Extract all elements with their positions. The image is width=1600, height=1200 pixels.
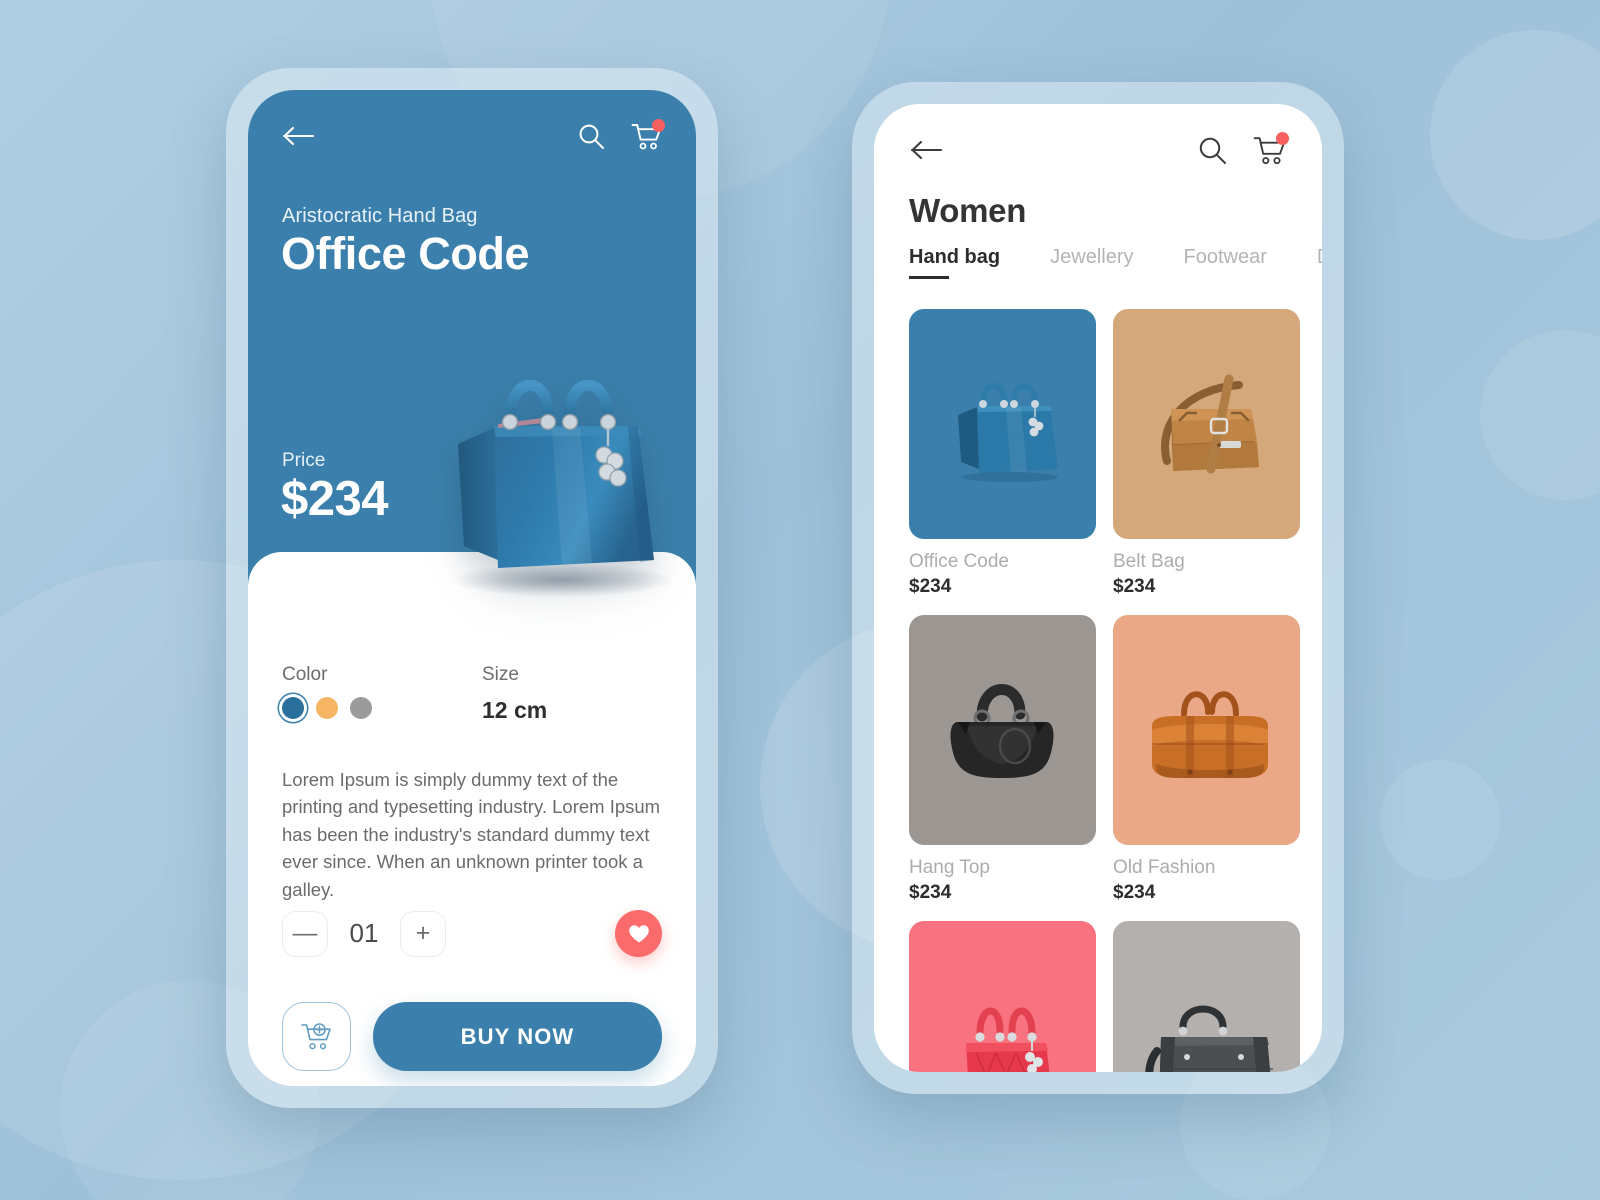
cart-plus-icon (300, 1021, 334, 1053)
plus-icon: + (415, 919, 431, 947)
quantity-row: — 01 + (282, 910, 662, 957)
product-price: $234 (909, 576, 952, 597)
product-detail-screen: Aristocratic Hand Bag Office Code Price … (248, 90, 696, 1086)
tan-messenger-bag-image (1127, 349, 1287, 499)
size-value: 12 cm (482, 697, 548, 723)
cart-button[interactable] (631, 118, 665, 151)
search-button[interactable] (578, 123, 605, 150)
product-tile (1113, 309, 1300, 539)
search-icon (578, 123, 605, 150)
product-options-row: Color Size 12 cm (282, 664, 662, 724)
buy-now-button[interactable]: BUY NOW (373, 1002, 662, 1071)
hero-product-image (402, 322, 696, 622)
color-swatches (282, 697, 482, 719)
product-title: Office Code (281, 228, 530, 279)
product-name: Office Code (909, 551, 1009, 572)
product-top-bar (248, 90, 696, 182)
product-tile (909, 615, 1096, 845)
cart-badge (1276, 131, 1289, 145)
product-tile (909, 921, 1096, 1072)
back-button[interactable] (910, 139, 944, 161)
add-to-cart-button[interactable] (282, 1002, 351, 1071)
phone-mockup-catalog: Women Hand bag Jewellery Footwear Dresse… (852, 82, 1344, 1094)
blue-handbag-image (928, 349, 1078, 499)
product-price: $234 (1113, 576, 1156, 597)
color-swatch-gray[interactable] (350, 697, 372, 719)
size-option-group: Size 12 cm (482, 664, 547, 724)
product-card[interactable]: Hang Top $234 (909, 615, 1096, 904)
product-price: $234 (1113, 882, 1156, 903)
tab-jewellery[interactable]: Jewellery (1050, 246, 1133, 279)
gray-briefcase-image (1127, 961, 1287, 1072)
phone-mockup-product-detail: Aristocratic Hand Bag Office Code Price … (226, 68, 718, 1108)
product-name: Belt Bag (1113, 551, 1185, 572)
size-label: Size (482, 664, 519, 685)
product-grid: Office Code $234 Belt Bag $234 Hang Top … (909, 309, 1300, 1072)
product-price: $234 (909, 882, 952, 903)
product-card[interactable]: Belt Bag $234 (1113, 309, 1300, 598)
tab-hand-bag[interactable]: Hand bag (909, 246, 1000, 279)
color-label: Color (282, 664, 328, 685)
black-hobo-bag-image (920, 660, 1085, 800)
favorite-button[interactable] (615, 910, 662, 957)
search-button[interactable] (1198, 136, 1227, 165)
tab-footwear[interactable]: Footwear (1183, 246, 1266, 279)
catalog-top-bar-actions (1198, 131, 1289, 166)
product-card[interactable]: Office Code $234 (909, 309, 1096, 598)
orange-duffel-bag-image (1124, 660, 1289, 800)
product-tile (1113, 921, 1300, 1072)
search-icon (1198, 136, 1227, 165)
arrow-left-icon (910, 139, 944, 161)
product-name: Old Fashion (1113, 857, 1216, 878)
minus-icon: — (292, 919, 318, 947)
color-swatch-blue-selected[interactable] (282, 697, 304, 719)
product-details-sheet: Color Size 12 cm Lorem Ipsum is simply d… (248, 552, 696, 1086)
quantity-decrease-button[interactable]: — (282, 910, 328, 957)
arrow-left-icon (282, 125, 316, 147)
quantity-value: 01 (349, 918, 379, 948)
page-title: Women (909, 192, 1027, 229)
product-top-bar-actions (578, 118, 665, 151)
category-tabs: Hand bag Jewellery Footwear Dresses (909, 246, 1322, 279)
product-tile (909, 309, 1096, 539)
catalog-top-bar (874, 104, 1322, 196)
product-card[interactable]: Old Fashion $234 (1113, 615, 1300, 904)
color-swatch-orange[interactable] (316, 697, 338, 719)
catalog-screen: Women Hand bag Jewellery Footwear Dresse… (874, 104, 1322, 1072)
decorative-circle (1380, 760, 1500, 880)
product-name: Hang Top (909, 857, 990, 878)
tab-dresses[interactable]: Dresses (1317, 246, 1322, 279)
color-option-group: Color (282, 664, 482, 724)
cart-button[interactable] (1253, 131, 1289, 166)
cart-badge (652, 118, 665, 132)
price-value: $234 (281, 472, 389, 526)
product-subtitle: Aristocratic Hand Bag (282, 205, 478, 227)
heart-icon (628, 924, 650, 944)
price-label: Price (282, 450, 326, 471)
product-card[interactable] (1113, 921, 1300, 1072)
back-button[interactable] (282, 125, 316, 147)
product-cta-row: BUY NOW (282, 1002, 662, 1071)
product-tile (1113, 615, 1300, 845)
product-description: Lorem Ipsum is simply dummy text of the … (282, 769, 661, 900)
product-card[interactable] (909, 921, 1096, 1072)
red-quilted-handbag-image (928, 961, 1078, 1072)
quantity-increase-button[interactable]: + (400, 910, 446, 957)
